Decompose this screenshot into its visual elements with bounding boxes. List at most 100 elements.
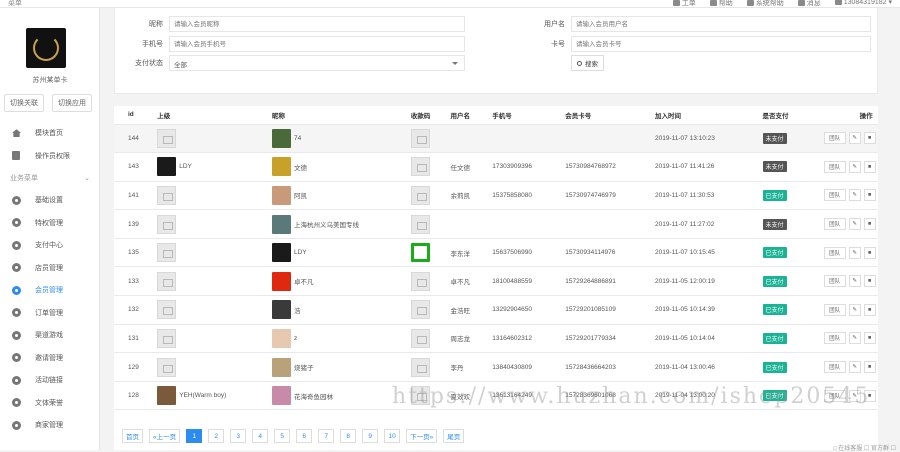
pager-page[interactable]: 7 xyxy=(318,429,335,443)
edit-icon: ✎ xyxy=(852,278,857,285)
paystatus-select[interactable]: 全部 xyxy=(169,55,465,71)
pager-page[interactable]: 6 xyxy=(296,429,313,443)
team-button[interactable]: 团队 xyxy=(823,218,846,231)
edit-button[interactable]: ✎ xyxy=(848,189,861,202)
delete-button[interactable]: ■ xyxy=(863,361,876,374)
edit-button[interactable]: ✎ xyxy=(848,303,861,316)
pager-page[interactable]: 5 xyxy=(274,429,291,443)
top-link-help[interactable]: 帮助 xyxy=(709,0,733,8)
edit-button[interactable]: ✎ xyxy=(848,132,861,145)
username-row: 用户名 xyxy=(525,16,871,32)
pager-page[interactable]: 2 xyxy=(208,429,225,443)
sidebar-section-business[interactable]: 业务菜单 ⌄ xyxy=(0,167,100,189)
edit-icon: ✎ xyxy=(852,135,857,142)
sidebar-item-privileges[interactable]: 特权管理 xyxy=(0,212,100,235)
team-button[interactable]: 团队 xyxy=(823,189,846,202)
qr-code-icon[interactable] xyxy=(410,243,430,263)
cell-username xyxy=(436,124,479,154)
edit-button[interactable]: ✎ xyxy=(848,361,861,374)
search-button[interactable]: 搜索 xyxy=(571,55,604,71)
phone-input[interactable] xyxy=(169,36,465,52)
cell-parent xyxy=(143,324,259,354)
pager-page[interactable]: 1 xyxy=(186,429,203,443)
cell-ops: 团队 ✎ ■ xyxy=(823,295,878,325)
table-row[interactable]: 129 烧猪子 李丹 13840430809 15728436664203 20… xyxy=(114,352,878,382)
top-link-system-help[interactable]: 系统帮助 xyxy=(746,0,784,8)
delete-button[interactable]: ■ xyxy=(863,275,876,288)
team-button[interactable]: 团队 xyxy=(823,275,846,288)
cell-qrcode xyxy=(396,295,437,325)
sidebar-item-honors[interactable]: 文体荣誉 xyxy=(0,392,100,415)
table-row[interactable]: 135 LDY 李东洋 15637506990 15730934114976 2… xyxy=(114,238,878,268)
table-row[interactable]: 133 卓不凡 卓不凡 18100488559 15729264886891 2… xyxy=(114,266,878,297)
pager-page[interactable]: 8 xyxy=(340,429,357,443)
delete-button[interactable]: ■ xyxy=(863,132,876,145)
sidebar-item-payment-center[interactable]: 支付中心 xyxy=(0,234,100,257)
table-row[interactable]: 144 74 2019-11-07 13:10:23 未支付 团队 ✎ ■ xyxy=(114,124,878,154)
delete-button[interactable]: ■ xyxy=(863,218,876,231)
nickname-input[interactable] xyxy=(169,16,465,32)
username-input[interactable] xyxy=(571,16,871,32)
username-label: 用户名 xyxy=(544,21,565,28)
sidebar-item-orders[interactable]: 订单管理 xyxy=(0,302,100,325)
sidebar-item-operator-permissions[interactable]: 操作员权限 xyxy=(0,145,100,168)
cell-id: 143 xyxy=(114,152,144,182)
delete-button[interactable]: ■ xyxy=(863,189,876,202)
shop-name: 苏州某单卡 xyxy=(32,77,68,84)
table-row[interactable]: 139 上海杭州义乌美国专线 2019-11-07 11:27:02 未支付 团… xyxy=(114,209,878,239)
edit-button[interactable]: ✎ xyxy=(848,218,861,231)
delete-button[interactable]: ■ xyxy=(863,160,876,173)
switch-link-button[interactable]: 切换关联 xyxy=(4,94,44,112)
sidebar-item-activity-links[interactable]: 活动链接 xyxy=(0,369,100,392)
sidebar-item-members[interactable]: 会员管理 xyxy=(0,279,100,302)
team-button[interactable]: 团队 xyxy=(823,303,846,316)
delete-button[interactable]: ■ xyxy=(863,303,876,316)
edit-button[interactable]: ✎ xyxy=(848,332,861,345)
delete-button[interactable]: ■ xyxy=(863,332,876,345)
pager-page[interactable]: 3 xyxy=(230,429,247,443)
pager-prev[interactable]: «上一页 xyxy=(149,429,181,443)
pager-next[interactable]: 下一页» xyxy=(406,429,438,443)
pager-page[interactable]: 9 xyxy=(362,429,379,443)
pager-page[interactable]: 10 xyxy=(384,429,401,443)
top-link-account[interactable]: 13084319182 ▾ xyxy=(834,0,892,8)
menu-toggle[interactable]: 菜单 xyxy=(8,0,22,8)
pager-page[interactable]: 4 xyxy=(252,429,269,443)
cell-qrcode xyxy=(396,152,437,182)
sidebar-item-channel-games[interactable]: 渠道游戏 xyxy=(0,324,100,347)
table-row[interactable]: 141 阿凯 余莉凯 15375858080 15730974746979 20… xyxy=(114,181,878,211)
team-button[interactable]: 团队 xyxy=(823,160,846,173)
table-header-row: id 上级 昵称 收款码 用户名 手机号 会员卡号 加入时间 是否支付 操作 xyxy=(114,106,878,125)
gear-icon xyxy=(12,308,21,318)
image-placeholder-icon xyxy=(410,185,430,205)
sidebar-item-module-home[interactable]: 模块首页 xyxy=(0,122,100,145)
cell-card xyxy=(551,124,642,154)
search-row: 搜索 xyxy=(571,55,604,71)
team-button[interactable]: 团队 xyxy=(823,132,846,145)
image-placeholder-icon xyxy=(410,328,430,348)
pager-first[interactable]: 首页 xyxy=(122,429,143,443)
team-button[interactable]: 团队 xyxy=(823,361,846,374)
sidebar-item-invites[interactable]: 邀请管理 xyxy=(0,347,100,370)
sidebar-item-merchants[interactable]: 商家管理 xyxy=(0,414,100,437)
edit-button[interactable]: ✎ xyxy=(848,275,861,288)
pager-last[interactable]: 尾页 xyxy=(443,429,465,443)
sidebar-item-staff[interactable]: 店员管理 xyxy=(0,257,100,280)
cell-username: 周志龙 xyxy=(436,324,479,354)
nickname-row: 昵称 xyxy=(123,16,465,32)
top-link-ticket[interactable]: 工单 xyxy=(672,0,696,8)
sidebar-item-basic-settings[interactable]: 基础设置 xyxy=(0,189,100,212)
team-button[interactable]: 团队 xyxy=(823,332,846,345)
table-row[interactable]: 143 LDY 文德 任文德 17303909396 1573098476897… xyxy=(114,152,878,182)
top-link-messages[interactable]: 消息 xyxy=(797,0,821,8)
edit-button[interactable]: ✎ xyxy=(848,160,861,173)
gear-icon xyxy=(12,420,21,430)
switch-app-button[interactable]: 切换应用 xyxy=(52,94,92,112)
card-input[interactable] xyxy=(571,36,871,52)
edit-button[interactable]: ✎ xyxy=(848,246,861,259)
table-row[interactable]: 131 z 周志龙 13164602312 15729201779334 201… xyxy=(114,324,878,354)
table-row[interactable]: 132 浩 金浩旺 13292904650 15729201085109 201… xyxy=(114,295,878,325)
trash-icon: ■ xyxy=(867,163,872,170)
delete-button[interactable]: ■ xyxy=(863,246,876,259)
team-button[interactable]: 团队 xyxy=(823,246,846,259)
